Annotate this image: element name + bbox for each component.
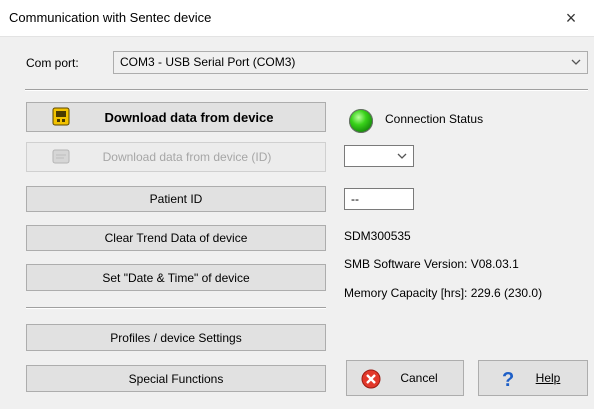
- patient-id-value: --: [351, 192, 359, 206]
- separator-top: [25, 89, 588, 91]
- close-icon: ×: [565, 7, 577, 28]
- clear-trend-button[interactable]: Clear Trend Data of device: [26, 225, 326, 251]
- special-functions-button[interactable]: Special Functions: [26, 365, 326, 392]
- com-port-select[interactable]: COM3 - USB Serial Port (COM3): [113, 51, 588, 74]
- profiles-settings-label: Profiles / device Settings: [110, 330, 242, 345]
- connection-status-label: Connection Status: [385, 112, 484, 126]
- download-data-id-label: Download data from device (ID): [102, 150, 272, 164]
- help-icon: ?: [502, 369, 514, 390]
- set-date-time-label: Set "Date & Time" of device: [102, 270, 250, 285]
- window-title: Communication with Sentec device: [9, 10, 212, 25]
- com-port-label: Com port:: [26, 56, 79, 70]
- help-button[interactable]: ? Help: [478, 360, 588, 396]
- id-select[interactable]: [344, 145, 414, 167]
- separator-left: [26, 307, 326, 309]
- patient-id-field[interactable]: --: [344, 188, 414, 210]
- special-functions-label: Special Functions: [128, 371, 224, 386]
- download-device-icon: [52, 107, 70, 126]
- clear-trend-label: Clear Trend Data of device: [104, 231, 248, 245]
- title-bar: Communication with Sentec device ×: [0, 0, 594, 37]
- software-version: SMB Software Version: V08.03.1: [344, 257, 519, 271]
- com-port-value: COM3 - USB Serial Port (COM3): [120, 55, 296, 69]
- cancel-button[interactable]: Cancel: [346, 360, 464, 396]
- profiles-settings-button[interactable]: Profiles / device Settings: [26, 324, 326, 351]
- download-data-label: Download data from device: [104, 109, 274, 125]
- download-data-id-button[interactable]: Download data from device (ID): [26, 142, 326, 172]
- close-button[interactable]: ×: [548, 0, 594, 36]
- patient-id-button[interactable]: Patient ID: [26, 186, 326, 212]
- chevron-down-icon: [397, 153, 407, 159]
- download-id-icon: [52, 149, 70, 164]
- chevron-down-icon: [571, 59, 581, 65]
- device-serial: SDM300535: [344, 229, 411, 243]
- cancel-label: Cancel: [400, 371, 438, 385]
- cancel-icon: [361, 369, 381, 389]
- svg-text:?: ?: [502, 369, 514, 390]
- connection-status-led: [349, 109, 373, 133]
- download-data-button[interactable]: Download data from device: [26, 102, 326, 132]
- patient-id-label: Patient ID: [149, 192, 203, 206]
- help-label: Help: [535, 371, 561, 385]
- memory-capacity: Memory Capacity [hrs]: 229.6 (230.0): [344, 286, 543, 300]
- set-date-time-button[interactable]: Set "Date & Time" of device: [26, 264, 326, 291]
